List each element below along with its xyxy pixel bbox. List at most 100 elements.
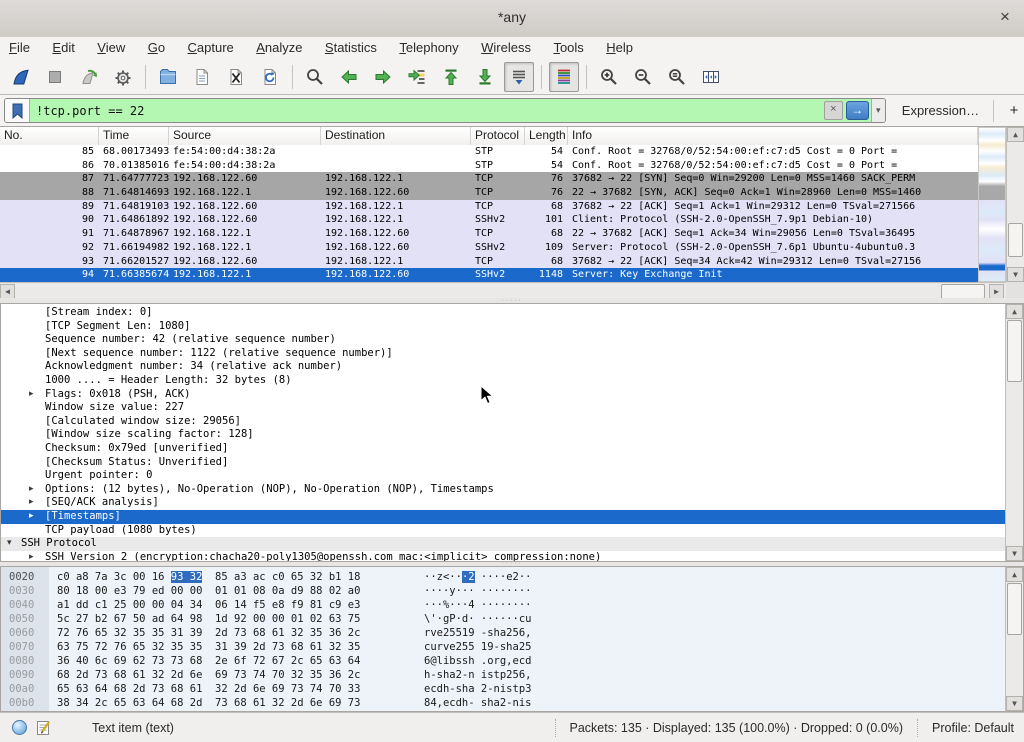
zoom-original-icon[interactable] <box>662 62 692 92</box>
hex-row[interactable]: 008036 40 6c 69 62 73 73 68 2e 6f 72 67 … <box>1 654 1007 668</box>
close-window-icon[interactable]: × <box>994 6 1016 28</box>
detail-line[interactable]: [Checksum Status: Unverified] <box>1 456 1007 470</box>
filter-clear-icon[interactable]: × <box>824 101 843 120</box>
column-header-protocol[interactable]: Protocol <box>471 127 525 145</box>
packet-row[interactable]: 8771.647777234192.168.122.60192.168.122.… <box>0 172 978 186</box>
packet-list-vertical-scrollbar[interactable]: ▲ ▼ <box>1006 127 1024 282</box>
hex-row[interactable]: 009068 2d 73 68 61 32 2d 6e 69 73 74 70 … <box>1 668 1007 682</box>
hex-row[interactable]: 0020c0 a8 7a 3c 00 16 93 32 85 a3 ac c0 … <box>1 570 1007 584</box>
column-header-length[interactable]: Length <box>525 127 568 145</box>
packet-row[interactable]: 9371.662015274192.168.122.60192.168.122.… <box>0 255 978 269</box>
detail-line[interactable]: [Stream index: 0] <box>1 306 1007 320</box>
filter-apply-icon[interactable]: → <box>846 101 869 120</box>
scrollbar-thumb[interactable] <box>1007 583 1022 635</box>
expander-collapsed-icon[interactable]: ▸ <box>29 388 34 402</box>
packet-row[interactable]: 8871.648146932192.168.122.1192.168.122.6… <box>0 186 978 200</box>
filter-history-caret-icon[interactable]: ▾ <box>871 99 885 122</box>
scroll-up-icon[interactable]: ▲ <box>1007 127 1024 142</box>
goto-packet-icon[interactable] <box>402 62 432 92</box>
scroll-up-icon[interactable]: ▲ <box>1006 304 1023 319</box>
detail-line[interactable]: 1000 .... = Header Length: 32 bytes (8) <box>1 374 1007 388</box>
scroll-left-icon[interactable]: ◀ <box>0 284 15 299</box>
menu-help[interactable]: Help <box>597 37 642 60</box>
expert-info-icon[interactable] <box>12 720 27 735</box>
expander-collapsed-icon[interactable]: ▸ <box>29 510 34 524</box>
detail-line[interactable]: Urgent pointer: 0 <box>1 469 1007 483</box>
column-header-time[interactable]: Time <box>99 127 169 145</box>
detail-line[interactable]: TCP payload (1080 bytes) <box>1 524 1007 538</box>
reload-capture-file-icon[interactable] <box>255 62 285 92</box>
detail-line[interactable]: Window size value: 227 <box>1 401 1007 415</box>
detail-line-selected[interactable]: ▸[Timestamps] <box>1 510 1007 524</box>
packet-row[interactable]: 9171.648789678192.168.122.1192.168.122.6… <box>0 227 978 241</box>
column-header-info[interactable]: Info <box>568 127 978 145</box>
scroll-down-icon[interactable]: ▼ <box>1006 546 1023 561</box>
detail-line[interactable]: [TCP Segment Len: 1080] <box>1 320 1007 334</box>
capture-comment-icon[interactable] <box>37 720 50 735</box>
display-filter-input[interactable] <box>30 100 824 121</box>
hex-row[interactable]: 00b038 34 2c 65 63 64 68 2d 73 68 61 32 … <box>1 696 1007 710</box>
hex-row[interactable]: 003080 18 00 e3 79 ed 00 00 01 01 08 0a … <box>1 584 1007 598</box>
scroll-down-icon[interactable]: ▼ <box>1006 696 1023 711</box>
menu-analyze[interactable]: Analyze <box>247 37 311 60</box>
expander-collapsed-icon[interactable]: ▸ <box>29 551 34 562</box>
go-forward-icon[interactable] <box>368 62 398 92</box>
menu-wireless[interactable]: Wireless <box>472 37 540 60</box>
scrollbar-thumb[interactable] <box>941 284 985 299</box>
open-capture-file-icon[interactable] <box>153 62 183 92</box>
auto-scroll-icon[interactable] <box>504 62 534 92</box>
packet-row[interactable]: 8971.648191037192.168.122.60192.168.122.… <box>0 200 978 214</box>
expander-collapsed-icon[interactable]: ▸ <box>29 496 34 510</box>
colorize-packets-icon[interactable] <box>549 62 579 92</box>
details-vertical-scrollbar[interactable]: ▲ ▼ <box>1005 304 1023 561</box>
hex-row[interactable]: 00505c 27 b2 67 50 ad 64 98 1d 92 00 00 … <box>1 612 1007 626</box>
add-filter-button-plus[interactable]: + <box>1004 102 1024 119</box>
save-capture-file-icon[interactable] <box>187 62 217 92</box>
capture-options-icon[interactable] <box>108 62 138 92</box>
restart-capture-icon[interactable] <box>74 62 104 92</box>
expander-collapsed-icon[interactable]: ▸ <box>29 483 34 497</box>
resize-columns-icon[interactable] <box>696 62 726 92</box>
go-back-icon[interactable] <box>334 62 364 92</box>
menu-edit[interactable]: Edit <box>43 37 83 60</box>
expression-button[interactable]: Expression… <box>902 103 979 118</box>
menu-statistics[interactable]: Statistics <box>316 37 386 60</box>
hex-row[interactable]: 007063 75 72 76 65 32 35 35 31 39 2d 73 … <box>1 640 1007 654</box>
menu-go[interactable]: Go <box>139 37 174 60</box>
menu-file[interactable]: File <box>0 37 39 60</box>
find-packet-icon[interactable] <box>300 62 330 92</box>
detail-line[interactable]: Acknowledgment number: 34 (relative ack … <box>1 360 1007 374</box>
column-header-destination[interactable]: Destination <box>321 127 471 145</box>
packet-row[interactable]: 8670.013850163fe:54:00:d4:38:2aSTP54Conf… <box>0 159 978 173</box>
column-header-source[interactable]: Source <box>169 127 321 145</box>
menu-telephony[interactable]: Telephony <box>390 37 467 60</box>
packet-row[interactable]: 8568.001734936fe:54:00:d4:38:2aSTP54Conf… <box>0 145 978 159</box>
zoom-out-icon[interactable] <box>628 62 658 92</box>
hex-row[interactable]: 0040a1 dd c1 25 00 00 04 34 06 14 f5 e8 … <box>1 598 1007 612</box>
scrollbar-thumb[interactable] <box>1007 320 1022 382</box>
hex-row[interactable]: 00a065 63 64 68 2d 73 68 61 32 2d 6e 69 … <box>1 682 1007 696</box>
scroll-up-icon[interactable]: ▲ <box>1006 567 1023 582</box>
detail-line[interactable]: ▸Options: (12 bytes), No-Operation (NOP)… <box>1 483 1007 497</box>
detail-line[interactable]: Checksum: 0x79ed [unverified] <box>1 442 1007 456</box>
expander-expanded-icon[interactable]: ▾ <box>7 537 12 551</box>
close-capture-file-icon[interactable] <box>221 62 251 92</box>
stop-capture-icon[interactable] <box>40 62 70 92</box>
detail-line[interactable]: ▸[SEQ/ACK analysis] <box>1 496 1007 510</box>
intelligent-scrollbar-minimap[interactable] <box>978 127 1006 282</box>
detail-line[interactable]: [Window size scaling factor: 128] <box>1 428 1007 442</box>
menu-view[interactable]: View <box>88 37 134 60</box>
column-header-no[interactable]: No. <box>0 127 99 145</box>
start-capture-icon[interactable] <box>6 62 36 92</box>
profile-button[interactable]: Profile: Default <box>917 719 1024 737</box>
scroll-right-icon[interactable]: ▶ <box>989 284 1004 299</box>
packet-row[interactable]: 9071.648618924192.168.122.60192.168.122.… <box>0 213 978 227</box>
go-last-packet-icon[interactable] <box>470 62 500 92</box>
filter-bookmark-icon[interactable] <box>5 99 30 122</box>
detail-line[interactable]: [Next sequence number: 1122 (relative se… <box>1 347 1007 361</box>
hex-row[interactable]: 006072 76 65 32 35 35 31 39 2d 73 68 61 … <box>1 626 1007 640</box>
menu-tools[interactable]: Tools <box>544 37 592 60</box>
detail-line[interactable]: [Calculated window size: 29056] <box>1 415 1007 429</box>
bytes-vertical-scrollbar[interactable]: ▲ ▼ <box>1005 567 1023 711</box>
go-first-packet-icon[interactable] <box>436 62 466 92</box>
